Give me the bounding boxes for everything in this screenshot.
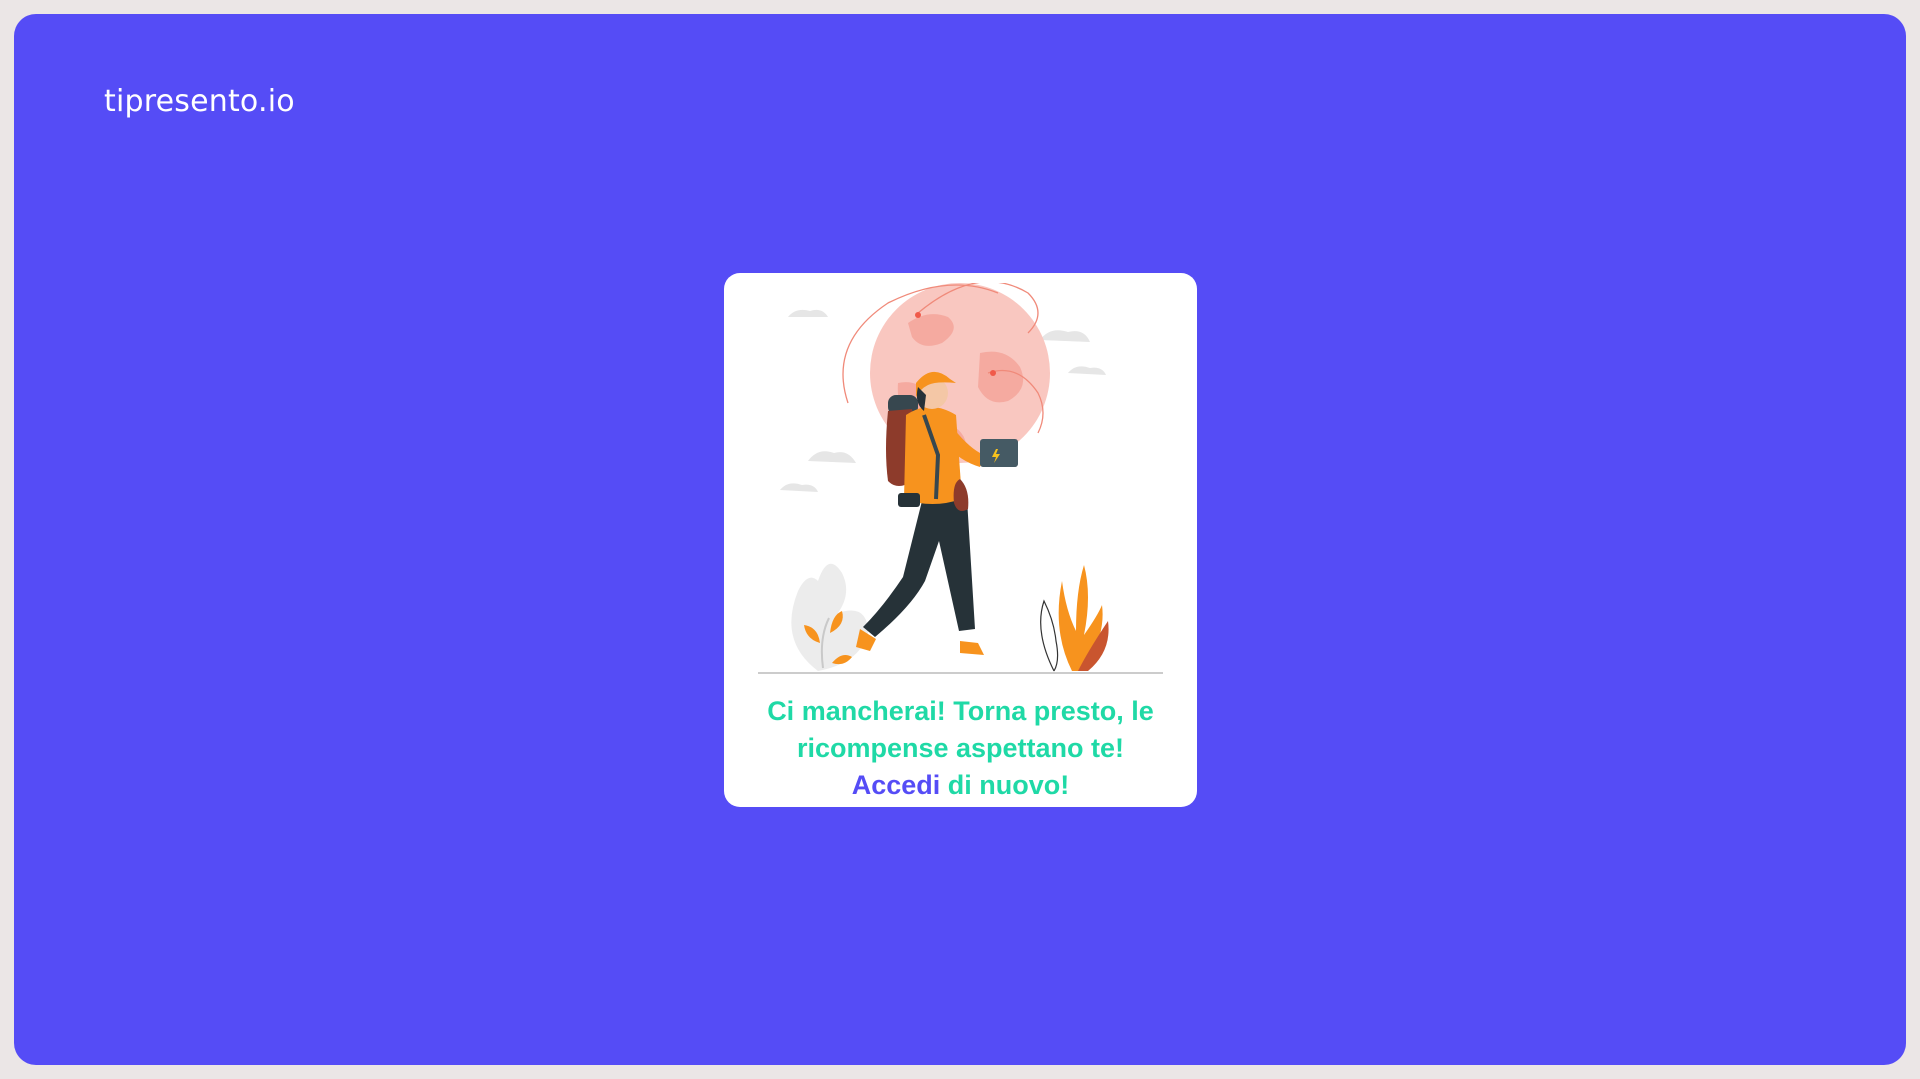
farewell-message: Ci mancherai! Torna presto, le ricompens… [734, 693, 1187, 804]
farewell-card: Ci mancherai! Torna presto, le ricompens… [724, 273, 1197, 807]
message-text: Ci mancherai! Torna presto, le ricompens… [767, 696, 1154, 763]
traveler-illustration [758, 283, 1163, 674]
brand-logo[interactable]: tipresento.io [104, 84, 295, 119]
plant-left-icon [791, 563, 868, 671]
message-text-end: di nuovo! [947, 770, 1070, 800]
plant-right-icon [1040, 565, 1109, 672]
login-link[interactable]: Accedi [852, 770, 941, 800]
page-background: tipresento.io Ci mancherai! Torna presto… [14, 14, 1906, 1065]
